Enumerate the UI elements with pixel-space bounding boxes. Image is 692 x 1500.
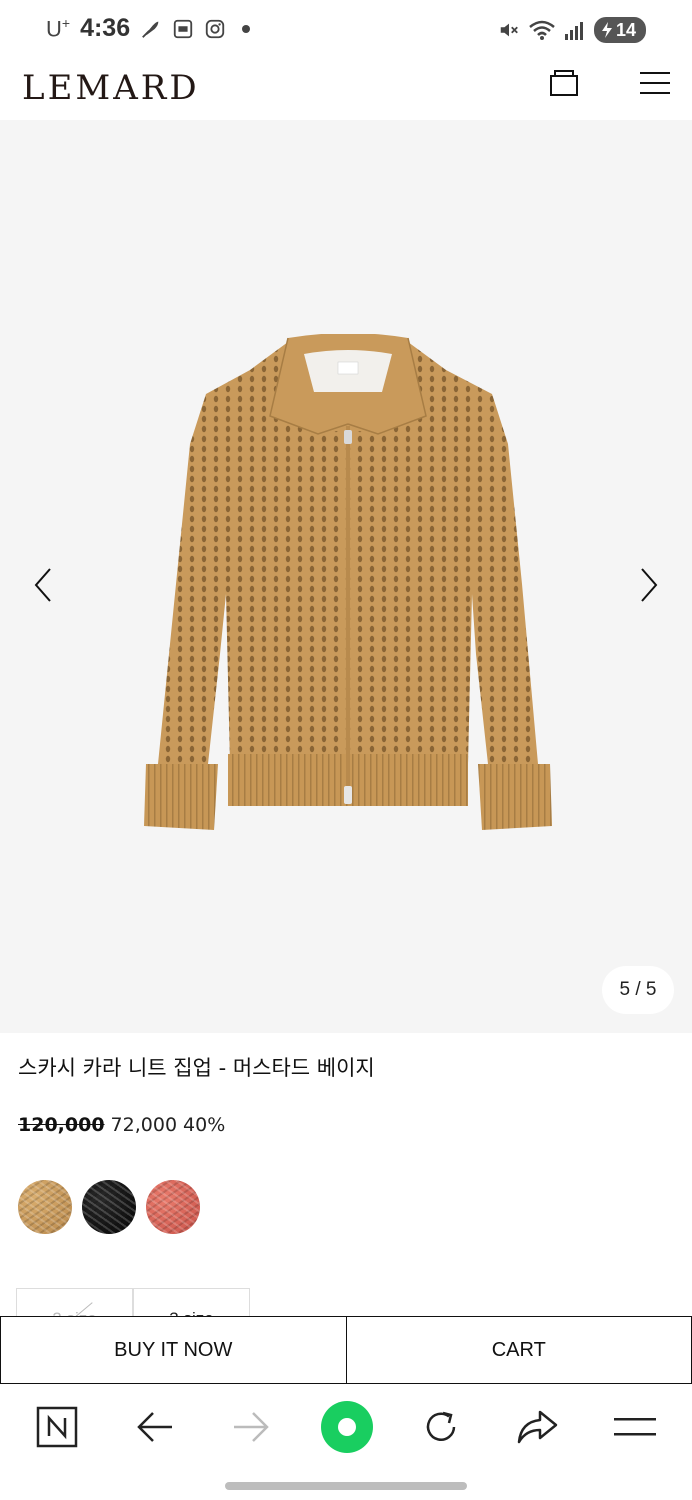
share-button[interactable] — [514, 1404, 560, 1450]
product-image-gallery[interactable]: 5 / 5 — [0, 120, 692, 1033]
battery-level: 14 — [615, 19, 636, 40]
battery-indicator: 14 — [593, 17, 646, 43]
cart-button[interactable]: CART — [346, 1316, 692, 1384]
swatch-mustard[interactable] — [18, 1180, 72, 1234]
buy-it-now-button[interactable]: BUY IT NOW — [0, 1316, 347, 1384]
forward-button[interactable] — [228, 1404, 274, 1450]
price-row: 120,000 72,000 40% — [18, 1114, 225, 1136]
purchase-action-bar: BUY IT NOW CART — [0, 1316, 692, 1384]
color-swatches — [18, 1180, 200, 1234]
charging-bolt-icon — [601, 22, 612, 38]
feather-icon — [142, 21, 159, 38]
signal-icon — [564, 22, 583, 40]
discount-rate: 40% — [183, 1114, 226, 1136]
share-arrow-icon — [517, 1410, 558, 1444]
arrow-right-icon — [234, 1412, 269, 1442]
browser-toolbar — [0, 1384, 692, 1474]
naver-home-button[interactable] — [34, 1404, 80, 1450]
size-option-3[interactable]: 3 size — [133, 1288, 250, 1318]
mute-icon — [500, 23, 518, 37]
notification-dot — [242, 24, 251, 33]
naver-n-icon — [36, 1406, 78, 1448]
site-header: LEMARD — [0, 62, 692, 120]
wifi-icon — [529, 20, 555, 40]
browser-menu-button[interactable] — [612, 1404, 658, 1450]
product-title: 스카시 카라 니트 집업 - 머스타드 베이지 — [18, 1056, 375, 1080]
back-button[interactable] — [132, 1404, 178, 1450]
menu-lines-icon — [614, 1418, 656, 1436]
product-image — [144, 334, 552, 830]
size-options: 2 size 3 size — [16, 1288, 250, 1318]
carrier-label: U+ — [46, 14, 71, 42]
green-dot-icon — [321, 1401, 373, 1453]
size-option-2[interactable]: 2 size — [16, 1288, 133, 1318]
clock: 4:36 — [80, 14, 131, 42]
shopping-bag-icon[interactable] — [549, 68, 579, 98]
refresh-button[interactable] — [418, 1404, 464, 1450]
sale-price: 72,000 — [110, 1114, 178, 1136]
image-counter: 5 / 5 — [602, 966, 674, 1014]
green-dot-button[interactable] — [320, 1400, 374, 1454]
previous-image-arrow-icon[interactable] — [28, 565, 58, 605]
swatch-coral[interactable] — [146, 1180, 200, 1234]
original-price: 120,000 — [18, 1114, 105, 1136]
status-left: U+ 4:36 — [46, 14, 251, 43]
status-bar: U+ 4:36 14 — [0, 0, 692, 62]
arrow-left-icon — [137, 1412, 172, 1442]
next-image-arrow-icon[interactable] — [634, 565, 664, 605]
screenshot-icon — [173, 19, 193, 38]
home-indicator[interactable] — [225, 1482, 467, 1490]
brand-logo[interactable]: LEMARD — [22, 68, 200, 108]
swatch-black[interactable] — [82, 1180, 136, 1234]
status-right: 14 — [498, 17, 646, 43]
hamburger-menu-icon[interactable] — [640, 70, 670, 96]
instagram-icon — [205, 19, 225, 38]
refresh-icon — [426, 1411, 456, 1441]
